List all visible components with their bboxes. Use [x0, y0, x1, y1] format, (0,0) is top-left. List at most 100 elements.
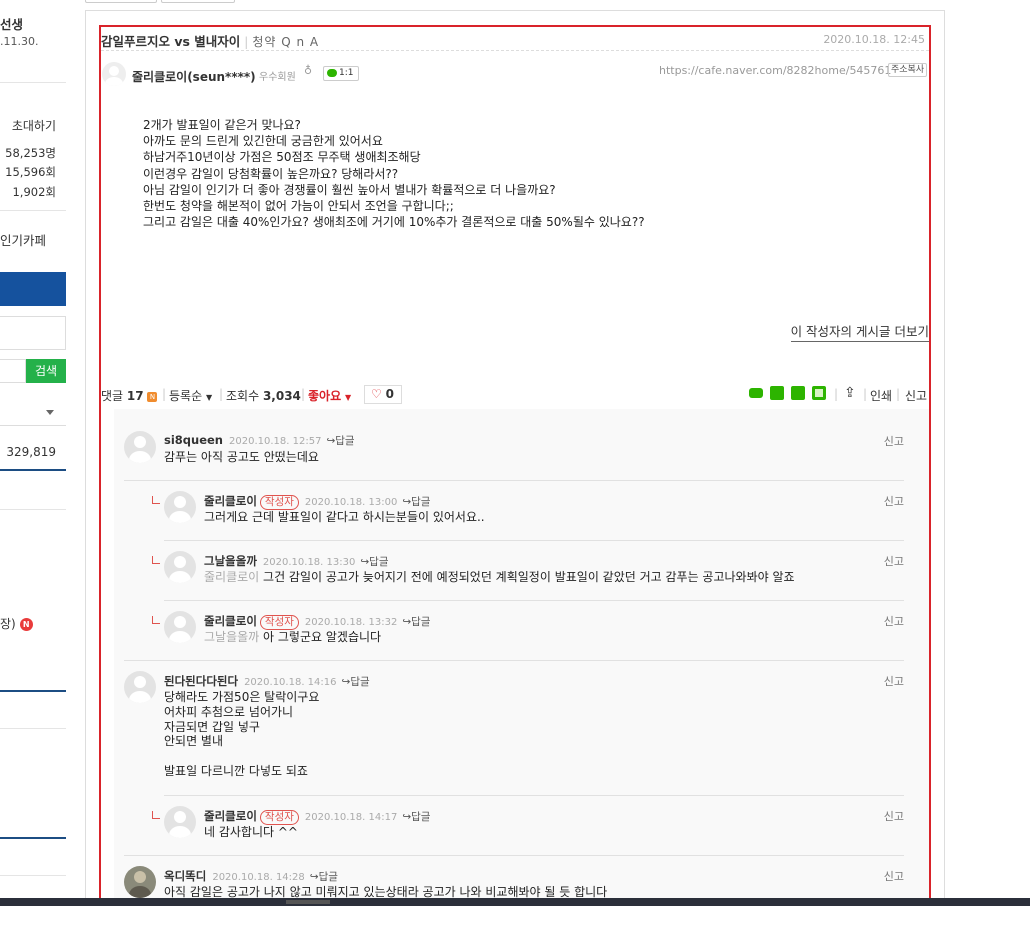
views-label: 조회수 [226, 389, 260, 403]
commenter-avatar[interactable] [124, 866, 156, 898]
chat-button[interactable]: 1:1 [323, 66, 359, 81]
comment-line: 당해라도 가점50은 탈락이구요 [164, 690, 320, 704]
view-count: 조회수 3,034 [226, 387, 301, 404]
cafe-sidebar: 선생 .11.30. 초대하기 58,253명 15,596회 1,902회 인… [0, 0, 66, 930]
reply-button[interactable]: ↪답글 [310, 871, 338, 883]
commenter-nick[interactable]: 줄리클로이 [204, 494, 257, 508]
like-button[interactable]: ♡ 0 [364, 385, 402, 404]
reply-label: 답글 [369, 556, 389, 568]
author-name[interactable]: 줄리클로이(seun****) [132, 68, 256, 85]
copy-url-button[interactable]: 주소복사 [888, 63, 928, 77]
sidebar-menu-item[interactable]: 장) N [0, 615, 66, 632]
comment-count: 17 [126, 389, 144, 403]
horizontal-scrollbar[interactable] [0, 898, 1030, 906]
next-button[interactable] [161, 0, 235, 3]
chevron-down-icon [46, 410, 54, 415]
like-label: 좋아요 [308, 389, 342, 403]
reply-button[interactable]: ↪답글 [326, 435, 354, 447]
sort-dropdown[interactable]: 등록순 ▼ [169, 387, 212, 404]
comment-label: 댓글 [101, 389, 124, 403]
invite-link[interactable]: 초대하기 [0, 117, 66, 134]
body-line: 아까도 문의 드린게 있긴한데 궁금한게 있어서요 [143, 134, 383, 149]
keep-share-icon[interactable] [791, 386, 805, 400]
comment-text: 감푸는 아직 공고도 안떴는데요 [164, 450, 319, 465]
comment-report[interactable]: 신고 [884, 808, 904, 824]
reply-arrow-icon [152, 811, 160, 819]
divider [0, 875, 66, 876]
body-line: 하남거주10년이상 가점은 50점조 무주택 생애최조해당 [143, 150, 421, 165]
commenter-avatar[interactable] [164, 806, 196, 838]
comment-report[interactable]: 신고 [884, 868, 904, 884]
mention[interactable]: 그날을올까 [204, 630, 259, 644]
commenter-nick[interactable]: 옥디똑디 [164, 869, 206, 883]
reply-button[interactable]: ↪답글 [360, 556, 388, 568]
commenter-nick[interactable]: 줄리클로이 [204, 809, 257, 823]
comment-date: 2020.10.18. 12:57 [229, 436, 322, 447]
divider [101, 50, 929, 51]
share-icon[interactable]: ⇪ [844, 385, 856, 401]
reply-button[interactable]: ↪답글 [402, 616, 430, 628]
commenter-nick[interactable]: si8queen [164, 433, 223, 447]
comment-text: 당해라도 가점50은 탈락이구요 어차피 추첨으로 넘어가니 자금되면 갑일 넣… [164, 690, 319, 779]
divider [124, 660, 904, 661]
post-url[interactable]: https://cafe.naver.com/8282home/545761 [659, 64, 891, 77]
more-posts-link[interactable]: 이 작성자의 게시글 더보기 [790, 321, 929, 342]
sort-label: 등록순 [169, 389, 203, 403]
commenter-avatar[interactable] [124, 671, 156, 703]
reply-button[interactable]: ↪답글 [402, 496, 430, 508]
comment-line: 네 감사합니다 ^^ [204, 825, 298, 839]
author-badge: 작성자 [259, 615, 299, 630]
divider [0, 82, 66, 83]
board-link[interactable]: 청약 Q n A [252, 35, 319, 49]
comment-toggle[interactable]: 댓글 17 N [101, 387, 158, 404]
blog-share-icon[interactable] [770, 386, 784, 400]
cafe-search-input[interactable] [0, 359, 26, 383]
commenter-avatar[interactable] [164, 551, 196, 583]
comment-report[interactable]: 신고 [884, 493, 904, 509]
report-button[interactable]: 신고 [905, 387, 927, 404]
prev-button[interactable] [85, 0, 157, 3]
mention[interactable]: 줄리클로이 [204, 570, 259, 584]
reply-label: 답글 [411, 811, 431, 823]
reply-button[interactable]: ↪답글 [342, 676, 370, 688]
comment-line: 그건 감일이 공고가 늦어지기 전에 예정되었던 계획일정이 발표일이 같았던 … [263, 570, 795, 584]
divider [164, 600, 904, 601]
commenter-avatar[interactable] [124, 431, 156, 463]
commenter-avatar[interactable] [164, 611, 196, 643]
comment-date: 2020.10.18. 13:32 [304, 617, 398, 628]
comment-text: 네 감사합니다 ^^ [204, 825, 298, 840]
like-dropdown[interactable]: 좋아요 ▼ [308, 387, 351, 404]
sidebar-date: .11.30. [0, 35, 39, 48]
commenter-nick[interactable]: 된다된다다된다 [164, 674, 238, 688]
commenter-avatar[interactable] [164, 491, 196, 523]
commenter-nick[interactable]: 그날을올까 [204, 554, 257, 568]
comment-report[interactable]: 신고 [884, 553, 904, 569]
top-button-strip [85, 0, 945, 4]
comment-report[interactable]: 신고 [884, 433, 904, 449]
print-button[interactable]: 인쇄 [870, 387, 892, 404]
reply-label: 답글 [350, 676, 370, 688]
commenter-nick[interactable]: 줄리클로이 [204, 614, 257, 628]
comment-date: 2020.10.18. 14:16 [244, 677, 337, 688]
comment-report[interactable]: 신고 [884, 673, 904, 689]
chat-label: 1:1 [339, 68, 354, 78]
band-share-icon[interactable] [749, 388, 763, 398]
author-avatar[interactable] [102, 62, 126, 86]
scrollbar-thumb[interactable] [286, 900, 330, 904]
memo-share-icon[interactable] [812, 386, 826, 400]
comment-text: 그날을올까 아 그렇군요 알겠습니다 [204, 630, 381, 645]
cafe-search-button[interactable]: 검색 [26, 359, 66, 383]
comment-report[interactable]: 신고 [884, 613, 904, 629]
comment-line: 감푸는 아직 공고도 안떴는데요 [164, 450, 319, 464]
cafe-join-button[interactable] [0, 272, 66, 306]
reply-arrow-icon [152, 496, 160, 504]
new-icon: N [147, 391, 158, 402]
popular-cafe-link[interactable]: 인기카페 [0, 230, 66, 249]
cafe-select[interactable] [0, 398, 66, 426]
reply-label: 답글 [318, 871, 338, 883]
article: 감일푸르지오 vs 별내자이 | 청약 Q n A 2020.10.18. 12:4… [101, 27, 929, 903]
body-line: 한번도 청약을 해본적이 없어 가늠이 안되서 조언을 구합니다;; [143, 199, 454, 214]
body-line: 2개가 발표일이 같은거 맞나요? [143, 118, 301, 132]
reply-button[interactable]: ↪답글 [402, 811, 430, 823]
member-grade: 우수회원 [259, 72, 296, 83]
